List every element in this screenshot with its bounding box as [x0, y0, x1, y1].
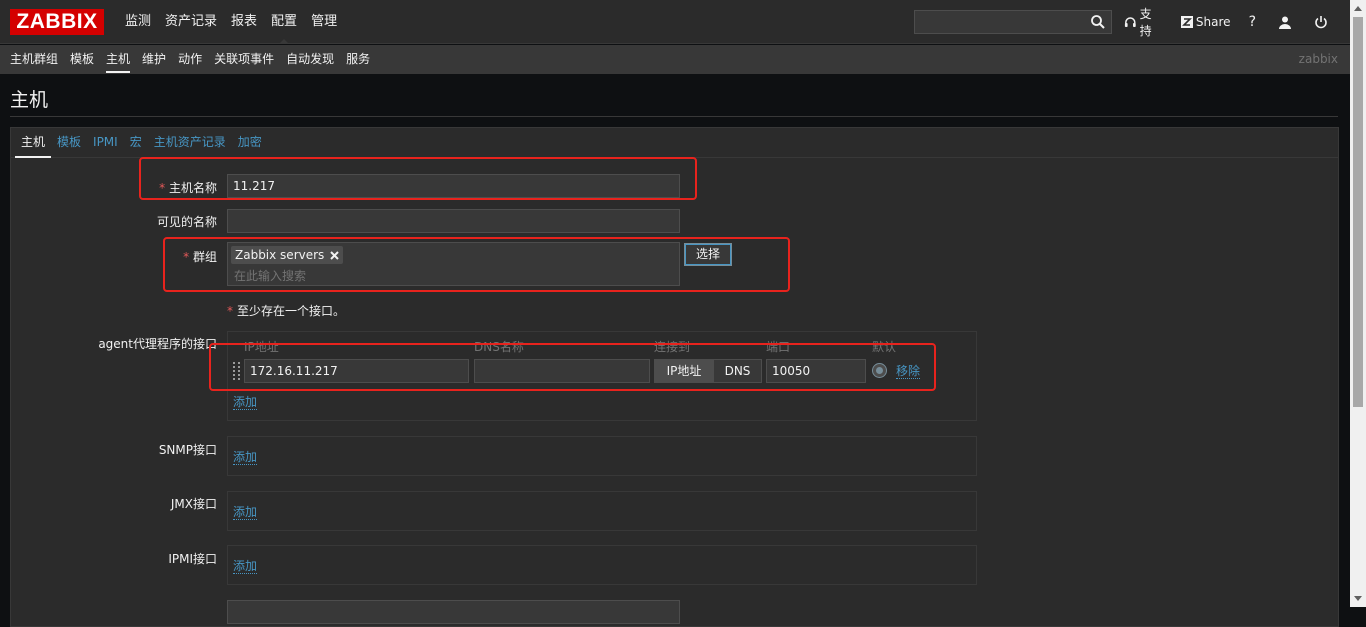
scroll-up-icon[interactable]	[1354, 6, 1362, 11]
headset-icon	[1124, 16, 1136, 27]
jmx-interface-box: 添加	[227, 491, 977, 531]
visible-name-input[interactable]	[227, 209, 680, 233]
highlight-agent-interface	[209, 343, 936, 391]
search-input[interactable]	[915, 11, 1085, 33]
main-nav-inventory[interactable]: 资产记录	[158, 0, 224, 44]
vertical-scrollbar[interactable]	[1350, 0, 1366, 607]
main-nav-administration[interactable]: 管理	[304, 0, 344, 44]
zabbix-logo[interactable]: ZABBIX	[10, 9, 104, 35]
visible-name-label: 可见的名称	[156, 215, 217, 229]
share-link[interactable]: Share	[1180, 15, 1231, 29]
user-icon[interactable]	[1278, 15, 1292, 29]
remove-chip-icon[interactable]	[330, 250, 340, 260]
subnav-templates[interactable]: 模板	[64, 45, 100, 74]
add-ipmi-interface-link[interactable]: 添加	[233, 559, 258, 574]
tab-inventory[interactable]: 主机资产记录	[148, 128, 232, 157]
add-jmx-interface-link[interactable]: 添加	[233, 505, 258, 520]
share-label: Share	[1195, 15, 1231, 29]
snmp-interface-box: 添加	[227, 436, 977, 476]
main-nav-configuration[interactable]: 配置	[264, 0, 304, 44]
page-title: 主机	[10, 89, 49, 111]
host-name-input[interactable]	[227, 174, 680, 198]
search-box	[914, 10, 1112, 34]
subnav-hosts[interactable]: 主机	[100, 45, 136, 74]
next-field-input[interactable]	[227, 600, 680, 624]
main-nav-reports[interactable]: 报表	[224, 0, 264, 44]
scrollbar-thumb[interactable]	[1353, 17, 1363, 407]
main-nav-monitoring[interactable]: 监测	[118, 0, 158, 44]
search-icon[interactable]	[1090, 14, 1106, 30]
groups-search-placeholder[interactable]: 在此输入搜索	[234, 267, 306, 284]
tab-host[interactable]: 主机	[15, 128, 52, 158]
subnav-actions[interactable]: 动作	[172, 45, 208, 74]
scroll-down-icon[interactable]	[1354, 596, 1362, 601]
top-navigation-bar: ZABBIX 监测 资产记录 报表 配置 管理 支持 Share ?	[0, 0, 1350, 44]
main-nav: 监测 资产记录 报表 配置 管理	[118, 0, 344, 44]
ipmi-interface-label: IPMI接口	[168, 552, 217, 566]
snmp-interface-label: SNMP接口	[158, 443, 217, 457]
group-chip: Zabbix servers	[231, 246, 344, 264]
groups-label: 群组	[11, 248, 217, 265]
subnav-discovery[interactable]: 自动发现	[280, 45, 340, 74]
support-label: 支持	[1139, 7, 1152, 38]
tab-macros[interactable]: 宏	[124, 128, 148, 157]
subnav-maintenance[interactable]: 维护	[136, 45, 172, 74]
help-icon[interactable]: ?	[1249, 14, 1256, 30]
interface-required-note: * 至少存在一个接口。	[227, 304, 346, 318]
host-name-label: 主机名称	[11, 179, 217, 196]
select-groups-button[interactable]: 选择	[684, 243, 732, 266]
agent-interface-label: agent代理程序的接口	[98, 337, 217, 351]
jmx-interface-label: JMX接口	[170, 497, 217, 511]
group-chip-label: Zabbix servers	[235, 248, 325, 262]
form-tabs: 主机 模板 IPMI 宏 主机资产记录 加密	[11, 128, 1338, 158]
top-links: 支持 Share ?	[1124, 0, 1350, 44]
tab-encryption[interactable]: 加密	[232, 128, 268, 157]
tab-templates[interactable]: 模板	[51, 128, 87, 157]
sub-navigation-bar: 主机群组 模板 主机 维护 动作 关联项事件 自动发现 服务 zabbix	[0, 45, 1350, 74]
add-snmp-interface-link[interactable]: 添加	[233, 450, 258, 465]
groups-multiselect[interactable]: Zabbix servers 在此输入搜索	[227, 242, 680, 286]
tab-ipmi[interactable]: IPMI	[87, 128, 124, 157]
zabbix-share-icon	[1180, 16, 1193, 28]
subnav-event-correlation[interactable]: 关联项事件	[208, 45, 280, 74]
support-link[interactable]: 支持	[1124, 5, 1163, 39]
username-label: zabbix	[1298, 52, 1338, 66]
subnav-host-groups[interactable]: 主机群组	[4, 45, 64, 74]
subnav-services[interactable]: 服务	[340, 45, 376, 74]
ipmi-interface-box: 添加	[227, 545, 977, 585]
host-form-panel: 主机 模板 IPMI 宏 主机资产记录 加密 主机名称 可见的名称 群组 Zab…	[10, 127, 1339, 627]
add-agent-interface-link[interactable]: 添加	[233, 395, 258, 410]
power-icon[interactable]	[1314, 15, 1328, 29]
title-divider	[10, 116, 1338, 117]
